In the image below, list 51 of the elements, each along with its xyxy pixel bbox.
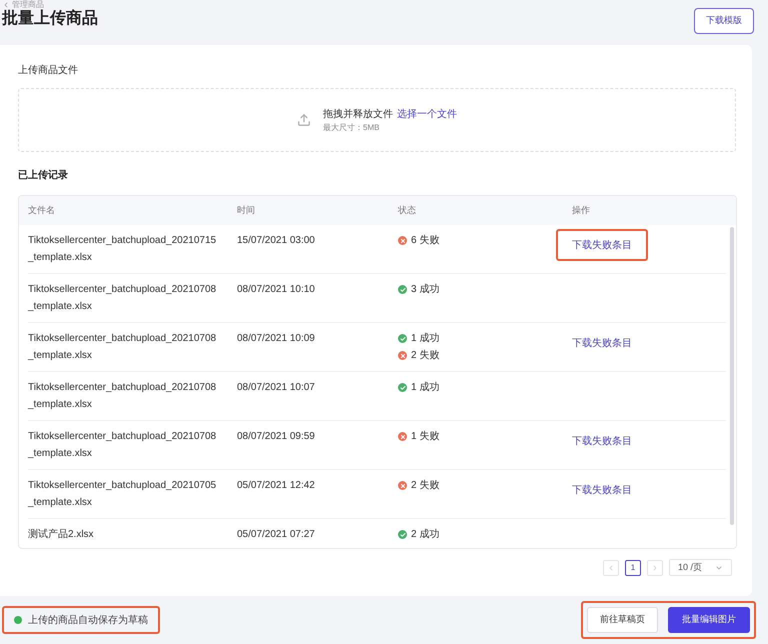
download-failed-link[interactable]: 下载失败条目 <box>572 338 632 349</box>
file-name-cell-text: 测试产品2.xlsx <box>28 528 95 542</box>
download-failed-link[interactable]: 下载失败条目 <box>572 436 632 447</box>
file-name-cell-text: Tiktoksellercenter_batchupload_20210708 _template.xlsx <box>28 332 218 363</box>
page-button[interactable]: 1 <box>625 560 641 576</box>
column-header: 文件名 <box>28 204 56 217</box>
file-name-cell-text: Tiktoksellercenter_batchupload_20210705 _template.xlsx <box>28 479 218 510</box>
status-text: 1 成功 <box>411 332 440 346</box>
upload-icon <box>297 113 311 127</box>
edit-images-button[interactable]: 批量编辑图片 <box>668 607 750 633</box>
column-header: 状态 <box>398 204 417 217</box>
time-cell-text: 08/07/2021 10:07 <box>237 381 316 395</box>
chevron-left-icon <box>607 564 615 572</box>
auto-save-note: 上传的商品自动保存为草稿 <box>28 614 148 628</box>
time-cell-text: 05/07/2021 12:42 <box>237 479 316 493</box>
status-text: 2 失败 <box>411 478 440 493</box>
drop-prompt: 拖拽并释放文件 <box>323 108 393 122</box>
download-template-button[interactable]: 下载模版 <box>694 8 754 34</box>
status-text: 2 成功 <box>411 528 440 542</box>
upload-dropzone[interactable]: 拖拽并释放文件 选择一个文件 最大尺寸：5MB <box>18 88 736 152</box>
section-label: 上传商品文件 <box>18 64 79 78</box>
status-text: 6 失败 <box>411 234 440 248</box>
toggle-indicator[interactable] <box>14 616 22 624</box>
status-text: 1 失败 <box>411 430 440 444</box>
file-name-cell-text: Tiktoksellercenter_batchupload_20210708 _template.xlsx <box>28 283 218 314</box>
column-header: 操作 <box>572 204 591 217</box>
file-name-cell-text: Tiktoksellercenter_batchupload_20210708 _template.xlsx <box>28 381 218 412</box>
scrollbar-thumb[interactable] <box>730 227 734 525</box>
previous-page-button[interactable] <box>603 560 619 576</box>
time-cell-text: 05/07/2021 07:27 <box>237 528 316 542</box>
download-failed-link[interactable]: 下载失败条目 <box>572 240 632 251</box>
file-name-cell-text: Tiktoksellercenter_batchupload_20210715 _template.xlsx <box>28 234 218 265</box>
status-text: 1 成功 <box>411 380 440 395</box>
status-text: 2 失败 <box>411 348 440 363</box>
time-cell-text: 08/07/2021 09:59 <box>237 430 316 444</box>
page-size-select[interactable]: 10 /页 <box>669 559 732 576</box>
choose-file-link[interactable]: 选择一个文件 <box>397 106 457 122</box>
chevron-right-icon <box>651 564 659 572</box>
page-title: 批量上传商品 <box>0 9 98 29</box>
column-header: 时间 <box>237 204 256 217</box>
time-cell-text: 15/07/2021 03:00 <box>237 234 316 248</box>
back-icon[interactable] <box>2 0 10 8</box>
time-cell-text: 08/07/2021 10:10 <box>237 283 316 297</box>
next-page-button[interactable] <box>647 560 663 576</box>
max-size-hint: 最大尺寸：5MB <box>323 122 380 134</box>
download-failed-link[interactable]: 下载失败条目 <box>572 485 632 496</box>
file-name-cell-text: Tiktoksellercenter_batchupload_20210708 _template.xlsx <box>28 430 218 461</box>
section-title: 已上传记录 <box>18 168 69 183</box>
status-text: 3 成功 <box>411 282 440 297</box>
time-cell-text: 08/07/2021 10:09 <box>237 332 316 346</box>
drafts-button[interactable]: 前往草稿页 <box>587 607 658 633</box>
